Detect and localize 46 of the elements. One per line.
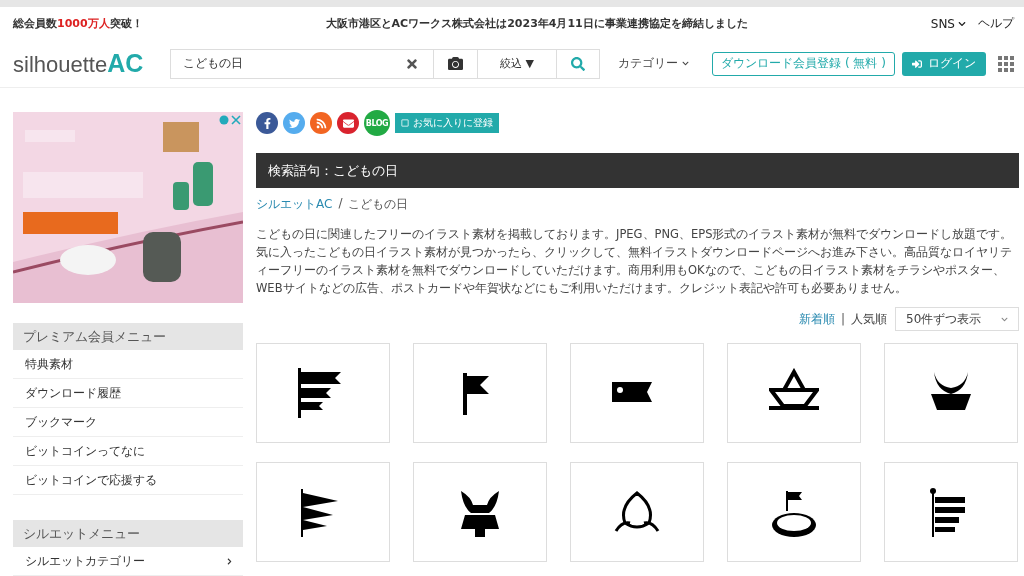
illustration-thumbnail[interactable] <box>256 343 390 443</box>
illustration-thumbnail[interactable] <box>727 343 861 443</box>
close-icon <box>405 56 420 71</box>
chevron-down-icon <box>958 19 966 28</box>
section-title: シルエットメニュー <box>13 520 243 547</box>
illustration-thumbnail[interactable] <box>413 462 547 562</box>
illustration-thumbnail[interactable] <box>256 462 390 562</box>
illustration-thumbnail[interactable] <box>413 343 547 443</box>
member-count: 総会員数1000万人突破！ <box>13 16 143 31</box>
camera-icon <box>448 56 464 71</box>
description-text: こどもの日に関連したフリーのイラスト素材を掲載しております。JPEG、PNG、EPS形式のイラスト素材が無料でダウンロードし放題です。気に入ったこどもの日イラスト素材が見つかったら、クリックして、無料イラストダウンロードページへお進み下さい。高品質なロイヤリティーフリーのイラスト素材を無料でダウンロードしていただけます。商用利用もOKなので、こどもの日イラスト素材をチラシやポスター、WEBサイトなどの広告、ポストカードや年賀状などにもご利用いただけます。クレジット表記や許可も必要ありません。 <box>256 226 1014 297</box>
sidebar-item[interactable]: ビットコインってなに <box>13 437 243 466</box>
breadcrumb-link[interactable]: シルエットAC <box>256 196 333 213</box>
breadcrumb-current: こどもの日 <box>348 196 409 213</box>
sort-separator: | <box>840 312 845 326</box>
login-icon <box>912 58 922 69</box>
header-link[interactable]: ヘルプ <box>978 15 1014 32</box>
chevron-down-icon <box>1001 315 1008 323</box>
sidebar-item[interactable]: ブックマーク <box>13 408 243 437</box>
facebook-icon[interactable] <box>256 112 278 134</box>
illustration-thumbnail[interactable] <box>884 343 1018 443</box>
rss-icon[interactable] <box>310 112 332 134</box>
illustration-thumbnail[interactable] <box>570 462 704 562</box>
sidebar-item[interactable]: シルエットカテゴリー <box>13 547 243 576</box>
header-link[interactable]: SNS <box>930 16 966 31</box>
sidebar-item[interactable]: ビットコインで応援する <box>13 466 243 495</box>
search-field[interactable]: こどもの日 絞込 ▼ <box>170 48 600 79</box>
sort-option[interactable]: 新着順 <box>798 310 835 328</box>
news-headline: 大阪市港区とACワークス株式会社は2023年4月11日に事業連携協定を締結しました <box>325 16 748 31</box>
per-page-dropdown[interactable]: 50件ずつ表示 <box>895 307 1019 331</box>
illustration-thumbnail[interactable] <box>884 462 1018 562</box>
breadcrumb-separator: / <box>338 196 343 212</box>
apps-grid-icon[interactable] <box>998 55 1014 72</box>
chevron-down-icon <box>682 60 689 67</box>
search-icon <box>571 56 585 71</box>
section-title: プレミアム会員メニュー <box>13 323 243 350</box>
search-heading: 検索語句：こどもの日 <box>256 153 1019 188</box>
site-logo[interactable]: silhouetteAC <box>13 49 170 78</box>
illustration-thumbnail[interactable] <box>570 343 704 443</box>
sidebar-item[interactable]: ダウンロード履歴 <box>13 379 243 408</box>
category-menu[interactable]: カテゴリー <box>612 54 695 73</box>
illustration-thumbnail[interactable] <box>727 462 861 562</box>
sort-option[interactable]: 人気順 <box>851 310 887 328</box>
sidebar-item[interactable]: 特典素材 <box>13 350 243 379</box>
mail-icon[interactable] <box>337 112 359 134</box>
chevron-right-icon <box>226 557 233 565</box>
